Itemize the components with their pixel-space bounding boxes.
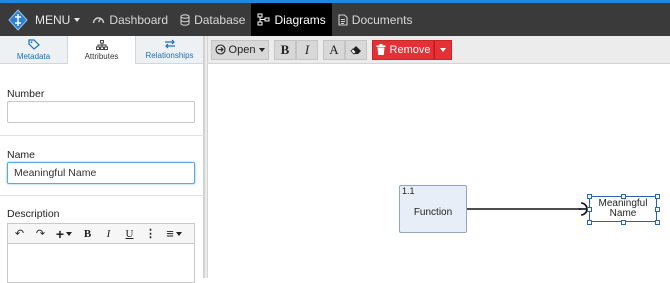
italic-icon[interactable]: I (100, 226, 117, 242)
insert-icon: + (55, 225, 65, 242)
eraser-icon (350, 45, 361, 55)
number-label: Number (7, 88, 45, 100)
number-field[interactable] (7, 101, 195, 123)
exchange-icon (164, 39, 175, 49)
nav-item-diagrams[interactable]: Diagrams (251, 3, 332, 36)
underline-icon[interactable]: U (121, 226, 138, 242)
top-navigation-bar: MENU Dashboard Database Diagrams Documen… (0, 0, 670, 36)
menu-dropdown-button[interactable]: MENU (31, 3, 86, 36)
description-label: Description (7, 208, 60, 220)
menu-label: MENU (35, 12, 71, 27)
dashboard-icon (93, 17, 105, 24)
undo-icon[interactable]: ↶ (11, 226, 28, 242)
diagram-toolbar: Open B I A Remove (208, 36, 670, 64)
connector-line[interactable] (467, 199, 589, 219)
diagram-icon (257, 13, 270, 26)
name-field[interactable] (7, 162, 195, 184)
panel-tabs: Metadata Attributes Relationships (0, 36, 203, 64)
font-color-button[interactable]: A (323, 39, 345, 60)
remove-button[interactable]: Remove (372, 39, 434, 60)
tab-metadata[interactable]: Metadata (0, 36, 67, 63)
name-label: Name (7, 149, 36, 161)
remove-label: Remove (389, 43, 431, 56)
resize-handle[interactable] (587, 220, 592, 225)
function-node[interactable]: 1.1 Function (399, 185, 467, 233)
node-label: Function (413, 207, 453, 218)
tab-attributes[interactable]: Attributes (67, 36, 136, 64)
more-icon[interactable]: ⋮ (142, 226, 159, 242)
nav-item-database[interactable]: Database (174, 3, 251, 36)
description-editor-toolbar: ↶ ↷ + B I U ⋮ ≡ (7, 223, 195, 243)
app-logo[interactable] (4, 3, 31, 36)
divider (0, 135, 204, 136)
resize-handle[interactable] (655, 220, 660, 225)
open-button[interactable]: Open (211, 39, 269, 60)
chevron-down-icon (175, 231, 182, 236)
remove-dropdown-toggle[interactable] (434, 39, 452, 60)
chevron-down-icon (259, 47, 266, 52)
node-number: 1.1 (402, 186, 415, 196)
resize-handle[interactable] (621, 220, 626, 225)
resize-handle[interactable] (621, 194, 626, 199)
chevron-down-icon (74, 17, 81, 22)
tab-label: Attributes (84, 51, 119, 61)
description-editor[interactable] (7, 243, 195, 283)
chevron-down-icon (66, 231, 73, 236)
bold-button[interactable]: B (274, 39, 296, 60)
bold-icon[interactable]: B (79, 226, 96, 242)
open-label: Open (228, 43, 256, 56)
resize-handle[interactable] (655, 194, 660, 199)
italic-button[interactable]: I (296, 39, 318, 60)
eraser-button[interactable] (345, 39, 367, 60)
database-icon (180, 13, 190, 26)
redo-icon[interactable]: ↷ (32, 226, 49, 242)
tab-label: Relationships (145, 51, 194, 60)
tab-relationships[interactable]: Relationships (136, 36, 203, 63)
chevron-down-icon (440, 47, 446, 52)
nav-item-label: Dashboard (109, 12, 169, 27)
trash-icon (376, 44, 386, 55)
nav-item-label: Database (194, 12, 246, 27)
diamond-logo-icon (7, 8, 28, 31)
divider (0, 195, 204, 196)
resize-handle[interactable] (587, 194, 592, 199)
diagram-canvas[interactable]: 1.1 Function Meaningful Name (208, 64, 670, 278)
resize-handle[interactable] (655, 207, 660, 212)
align-dropdown-button[interactable]: ≡ (163, 226, 185, 242)
nav-item-dashboard[interactable]: Dashboard (86, 3, 174, 36)
sitemap-icon (95, 39, 108, 50)
resize-handle[interactable] (587, 207, 592, 212)
tab-label: Metadata (16, 51, 51, 61)
nav-item-label: Diagrams (274, 12, 326, 27)
node-label-line2: Name (609, 208, 637, 219)
tag-icon (27, 38, 40, 50)
nav-item-documents[interactable]: Documents (332, 3, 419, 36)
insert-dropdown-button[interactable]: + (53, 226, 75, 242)
document-icon (338, 13, 348, 26)
nav-item-label: Documents (351, 12, 413, 27)
align-icon: ≡ (166, 226, 174, 241)
meaningful-name-node[interactable]: Meaningful Name (589, 196, 657, 222)
open-circle-arrow-icon (214, 44, 226, 55)
